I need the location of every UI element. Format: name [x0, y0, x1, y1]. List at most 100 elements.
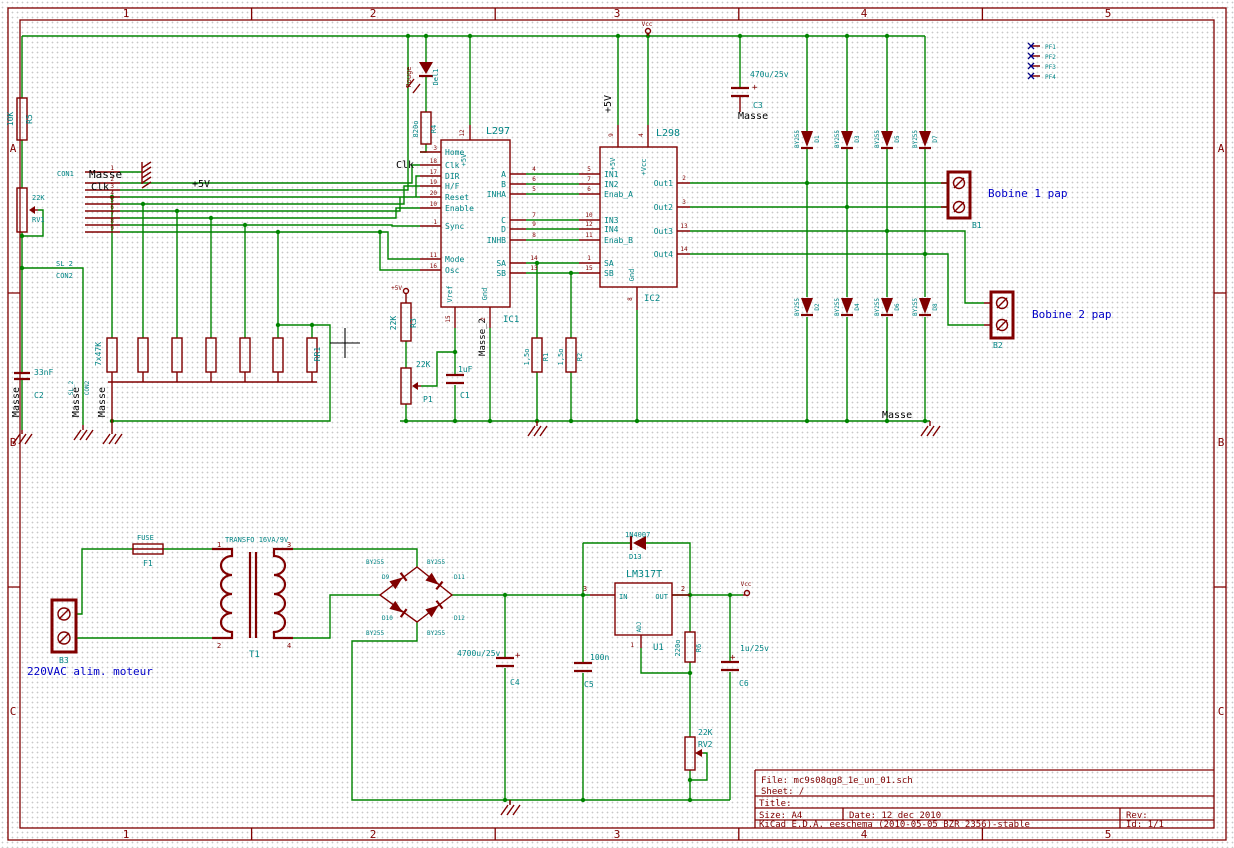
ref-d9[interactable]: D9: [382, 574, 390, 581]
ref-d11[interactable]: D11: [454, 574, 465, 581]
label-sl2[interactable]: SL_2: [56, 260, 73, 268]
ref-rv2[interactable]: RV2: [698, 740, 713, 749]
value-c5[interactable]: 100n: [590, 653, 609, 662]
label-vcc-out[interactable]: Vcc: [741, 581, 752, 588]
ref-d6[interactable]: D6: [894, 303, 901, 311]
transformer-t1[interactable]: [212, 547, 293, 640]
flyback-diodes[interactable]: [801, 131, 931, 317]
ref-b2[interactable]: B2: [993, 341, 1003, 350]
regulator-u1-lm317[interactable]: [590, 582, 690, 648]
value-r1[interactable]: 1,5o: [523, 349, 531, 366]
ref-f1[interactable]: F1: [143, 559, 153, 568]
value-c1[interactable]: 1uF: [458, 365, 473, 374]
connector-b2[interactable]: [984, 290, 1015, 340]
value-rr1[interactable]: 7x47K: [94, 342, 103, 366]
fuse-f1[interactable]: [132, 543, 164, 555]
value-c6[interactable]: 1u/25v: [740, 644, 769, 653]
ref-d13[interactable]: D13: [629, 553, 642, 561]
ref-d1[interactable]: D1: [814, 135, 821, 143]
label-bobine1[interactable]: Bobine 1 pap: [988, 187, 1067, 200]
label-masse-right[interactable]: Masse: [882, 410, 912, 421]
ref-u1[interactable]: U1: [653, 643, 664, 653]
value-r3[interactable]: 22K: [389, 316, 398, 331]
ref-con1[interactable]: CON1: [57, 170, 74, 178]
resistor-network-rr1[interactable]: [106, 337, 318, 430]
label-masse-c3[interactable]: Masse: [738, 111, 768, 122]
ref-r4[interactable]: R4: [430, 125, 438, 133]
ref-con2[interactable]: CON2: [56, 272, 73, 280]
value-f1[interactable]: FUSE: [137, 534, 154, 542]
label-masse2[interactable]: Masse_2: [478, 318, 488, 356]
value-rv2[interactable]: 22K: [698, 728, 713, 737]
ref-d12[interactable]: D12: [454, 615, 465, 622]
capacitor-c1[interactable]: [446, 373, 464, 385]
bridge-rectifier[interactable]: [378, 566, 454, 623]
ref-c6[interactable]: C6: [739, 679, 749, 688]
label-masse-con1[interactable]: Masse: [89, 168, 122, 181]
value-rv1[interactable]: 22K: [32, 194, 45, 202]
ref-c1[interactable]: C1: [460, 391, 470, 400]
value-r5[interactable]: 10K: [6, 112, 15, 127]
value-p1[interactable]: 22K: [416, 360, 431, 369]
ref-r6[interactable]: R6: [695, 644, 703, 652]
value-r6[interactable]: 220o: [674, 640, 682, 657]
resistor-r6[interactable]: [684, 631, 696, 663]
label-bobine2[interactable]: Bobine 2 pap: [1032, 308, 1111, 321]
value-t1[interactable]: TRANSFO 16VA/9V: [225, 536, 289, 544]
connector-b1[interactable]: [941, 170, 972, 220]
capacitor-c3[interactable]: [731, 86, 749, 112]
ref-d5[interactable]: D5: [894, 135, 901, 143]
ref-ic1[interactable]: IC1: [503, 315, 519, 325]
schematic-canvas[interactable]: 1 2 3 4 51 2 3 4 5ABCABCFile: mc9s08qg8_1e_un_01…: [0, 0, 1234, 848]
ref-r3[interactable]: R3: [409, 318, 418, 328]
ref-d8[interactable]: D8: [932, 303, 939, 311]
value-c3[interactable]: 470u/25v: [750, 70, 789, 79]
ref-ic2[interactable]: IC2: [644, 294, 660, 304]
ref-del1[interactable]: Del1: [432, 69, 440, 86]
resistor-r1[interactable]: [531, 337, 543, 373]
connector-b3[interactable]: [50, 598, 78, 654]
value-d13[interactable]: 1N4007: [625, 531, 650, 539]
capacitor-c6[interactable]: [721, 660, 739, 672]
value-c2[interactable]: 33nF: [34, 368, 53, 377]
ref-d10[interactable]: D10: [382, 615, 393, 622]
value-r4[interactable]: 820o: [412, 121, 420, 138]
label-masse-c2[interactable]: Masse: [11, 387, 22, 417]
connector-con1[interactable]: [85, 171, 120, 233]
label-5v-con1[interactable]: +5V: [192, 179, 210, 190]
label-masse-rr1[interactable]: Masse: [97, 387, 108, 417]
ref-r1[interactable]: R1: [542, 353, 550, 361]
label-220vac[interactable]: 220VAC alim. moteur: [27, 665, 153, 678]
label-vcc-top[interactable]: Vcc: [642, 21, 653, 28]
capacitor-c4[interactable]: [496, 656, 514, 668]
ref-c5[interactable]: C5: [584, 680, 594, 689]
label-clk-l297[interactable]: Clk: [396, 160, 414, 171]
value-r2[interactable]: 1,5o: [557, 349, 565, 366]
ref-rv1[interactable]: RV1: [32, 216, 45, 224]
ref-r2[interactable]: R2: [576, 353, 584, 361]
label-5v-l298[interactable]: +5V: [603, 95, 614, 113]
ref-t1[interactable]: T1: [249, 650, 260, 660]
ic1-l297[interactable]: [420, 125, 526, 328]
capacitor-c2[interactable]: [14, 371, 30, 381]
value-ic2[interactable]: L298: [656, 128, 680, 139]
ref-b1[interactable]: B1: [972, 221, 982, 230]
ref-rr1[interactable]: RR1: [313, 347, 322, 362]
ref-c3[interactable]: C3: [753, 101, 763, 110]
ref-c4[interactable]: C4: [510, 678, 520, 687]
value-del1[interactable]: Rouge: [405, 66, 413, 87]
value-c4[interactable]: 4700u/25v: [457, 649, 501, 658]
ref-d3[interactable]: D3: [854, 135, 861, 143]
resistor-r2[interactable]: [565, 337, 577, 373]
power-symbol-vcc-out[interactable]: [743, 589, 751, 597]
ref-d4[interactable]: D4: [854, 303, 861, 311]
label-5v-r3[interactable]: +5V: [391, 285, 402, 292]
label-clk-con1[interactable]: Clk: [91, 182, 109, 193]
label-masse-con2[interactable]: Masse: [71, 387, 82, 417]
ref-d2[interactable]: D2: [814, 303, 821, 311]
capacitor-c5[interactable]: [574, 661, 592, 673]
value-ic1[interactable]: L297: [486, 126, 510, 137]
ref-b3[interactable]: B3: [59, 656, 69, 665]
value-u1[interactable]: LM317T: [626, 569, 662, 580]
potentiometer-p1[interactable]: [400, 367, 421, 405]
